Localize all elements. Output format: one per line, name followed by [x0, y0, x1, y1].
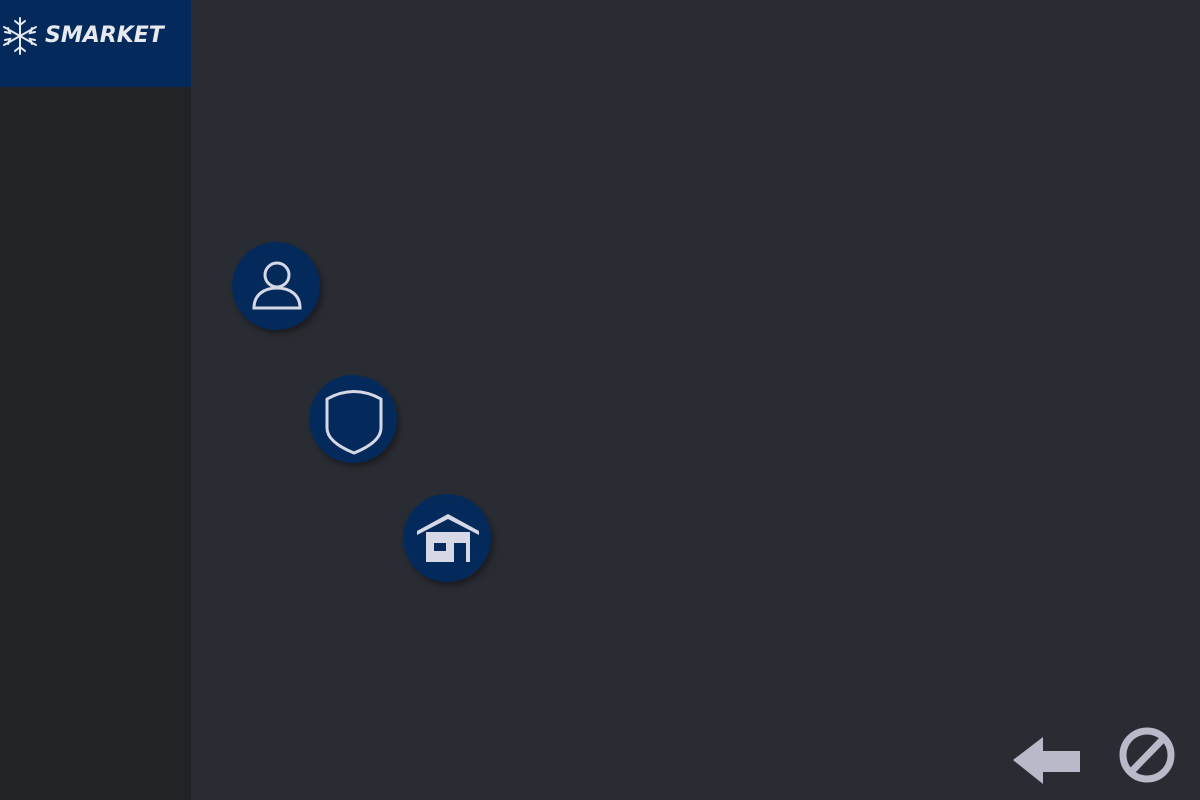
shield-icon — [325, 390, 383, 455]
app-root: SMARKET — [0, 0, 1200, 800]
snowflake-icon — [3, 17, 37, 55]
sidebar — [0, 0, 191, 800]
shield-button[interactable] — [309, 375, 397, 463]
brand-name: SMARKET — [45, 23, 164, 48]
back-arrow-icon[interactable] — [1012, 735, 1082, 785]
user-button[interactable] — [232, 242, 320, 330]
home-button[interactable] — [403, 494, 491, 582]
cancel-icon[interactable] — [1117, 725, 1177, 785]
home-icon — [417, 514, 479, 562]
user-icon — [252, 261, 302, 310]
brand-header: SMARKET — [0, 0, 192, 87]
